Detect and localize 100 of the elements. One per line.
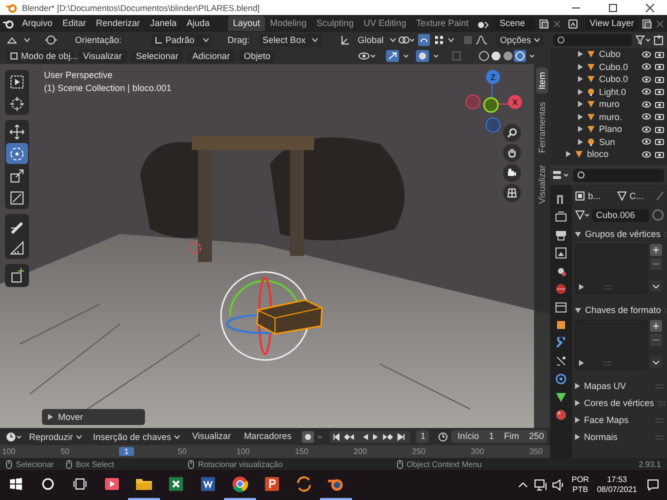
camera-icon[interactable]	[655, 150, 664, 158]
workspace-tab[interactable]: Layout	[228, 16, 266, 31]
outliner-item[interactable]: muro.	[599, 112, 638, 122]
outliner-item[interactable]: Plano	[599, 124, 638, 134]
workspace-tab[interactable]: Texture Paint	[411, 16, 474, 31]
remove-button[interactable]	[650, 334, 662, 346]
breadcrumb-item[interactable]: C...	[630, 191, 644, 201]
sidebar-tab[interactable]: Item	[536, 68, 548, 94]
panel-header[interactable]: Grupos de vértices	[575, 227, 664, 241]
speaker-icon[interactable]	[552, 479, 564, 491]
collapsed-arrow-icon[interactable]	[566, 151, 571, 158]
view-layer-tab-icon[interactable]	[555, 247, 567, 259]
expanded-arrow-icon[interactable]	[575, 232, 581, 236]
start-frame-value[interactable]: 1	[489, 430, 494, 443]
menu-item[interactable]: Marcadores	[238, 430, 296, 443]
drag-grip-icon[interactable]	[658, 400, 666, 406]
menu-item[interactable]: Renderizar	[91, 17, 146, 30]
collapsed-arrow-icon[interactable]	[579, 284, 584, 290]
menu-item[interactable]: Visualizar	[78, 50, 127, 62]
timeline-editor-icon[interactable]	[6, 432, 22, 442]
world-tab-icon[interactable]	[555, 283, 567, 295]
eye-icon[interactable]	[642, 100, 651, 108]
snap-icon[interactable]	[418, 34, 430, 46]
eye-icon[interactable]	[642, 88, 651, 96]
network-icon[interactable]	[534, 479, 548, 491]
new-collection-icon[interactable]	[654, 35, 664, 45]
panel-header[interactable]: Normais	[575, 430, 664, 444]
camera-icon[interactable]	[655, 113, 664, 120]
drag-grip-icon[interactable]	[604, 361, 612, 366]
tool-rotate-button[interactable]	[6, 143, 28, 164]
workspace-tab[interactable]: UV Editing	[358, 16, 412, 31]
current-frame-marker[interactable]: 1	[119, 447, 134, 456]
outliner-item[interactable]: muro	[599, 99, 638, 110]
camera-icon[interactable]	[655, 100, 664, 108]
camera-icon[interactable]	[655, 76, 664, 83]
drag-grip-icon[interactable]	[656, 418, 664, 422]
overlay-toggle-icon[interactable]	[416, 50, 440, 62]
mesh-data-icon[interactable]	[575, 210, 589, 220]
specials-menu-button[interactable]	[650, 356, 662, 368]
physics-tab-icon[interactable]	[555, 373, 567, 385]
collapsed-arrow-icon[interactable]	[575, 400, 580, 406]
eye-icon[interactable]	[642, 113, 651, 120]
eye-icon[interactable]	[642, 138, 651, 146]
clock-icon[interactable]	[438, 432, 448, 442]
menu-item[interactable]: Ajuda	[182, 17, 215, 30]
end-frame-value[interactable]: 250	[529, 430, 544, 443]
menu-item[interactable]: Selecionar	[130, 50, 184, 62]
datablock-name-field[interactable]: Cubo.006	[592, 208, 649, 222]
blender-logo-icon[interactable]	[3, 18, 14, 28]
last-operator-panel[interactable]: Mover	[42, 409, 145, 425]
eye-icon[interactable]	[642, 63, 651, 70]
camera-icon[interactable]	[655, 138, 664, 146]
xray-icon[interactable]	[452, 50, 462, 62]
workspace-tab[interactable]: Sculpting	[312, 16, 359, 31]
collapsed-arrow-icon[interactable]	[579, 360, 584, 366]
breadcrumb-item[interactable]: b...	[588, 191, 601, 201]
camera-icon[interactable]	[655, 126, 664, 133]
camera-icon[interactable]	[655, 50, 664, 58]
object-tab-icon[interactable]	[555, 319, 567, 331]
chevron-up-icon[interactable]	[518, 482, 528, 488]
material-tab-icon[interactable]	[555, 409, 567, 421]
close-icon[interactable]	[645, 2, 655, 12]
notification-icon[interactable]	[647, 479, 659, 491]
scene-field[interactable]: Scene	[495, 17, 535, 30]
eye-icon[interactable]	[642, 50, 651, 58]
options-dropdown[interactable]: Opções	[496, 34, 544, 46]
collapsed-arrow-icon[interactable]	[575, 383, 580, 389]
menu-item[interactable]: Visualizar	[187, 430, 236, 443]
drag-dropdown[interactable]: Select Box	[258, 34, 322, 46]
collapsed-arrow-icon[interactable]	[575, 417, 580, 423]
output-tab-icon[interactable]	[555, 229, 567, 241]
outliner-item[interactable]: Cubo.0	[599, 62, 638, 72]
workspace-tab[interactable]: Modeling	[265, 16, 312, 31]
transform-dropdown[interactable]: Global	[354, 34, 394, 46]
outliner-item[interactable]: Cubo.0	[599, 74, 638, 84]
scene-tab-icon[interactable]	[555, 265, 567, 277]
menu-item[interactable]: Adicionar	[187, 50, 235, 62]
add-button[interactable]	[650, 244, 662, 256]
drag-grip-icon[interactable]	[604, 285, 612, 290]
add-button[interactable]	[650, 320, 662, 332]
view-layer-field[interactable]: View Layer	[586, 17, 638, 30]
proportional-edit-icon[interactable]	[464, 35, 488, 45]
orientation-dropdown[interactable]: Padrão	[150, 34, 213, 46]
playback-controls[interactable]	[330, 430, 410, 442]
camera-icon[interactable]	[655, 88, 664, 96]
menu-item[interactable]: Janela	[145, 17, 182, 30]
outliner-item[interactable]: Sun	[599, 136, 638, 147]
scene-icon[interactable]	[477, 18, 492, 28]
search-field[interactable]	[573, 168, 664, 182]
sidebar-tab[interactable]: Ferramentas	[536, 98, 548, 157]
collection-tab-icon[interactable]	[555, 301, 567, 313]
visibility-icon[interactable]	[358, 51, 376, 61]
eye-icon[interactable]	[642, 150, 651, 158]
search-field[interactable]	[553, 34, 632, 46]
maximize-icon[interactable]	[608, 2, 618, 12]
collapsed-arrow-icon[interactable]	[48, 414, 53, 420]
orientation-icon[interactable]	[44, 34, 58, 46]
new-layer-icon[interactable]	[642, 18, 652, 28]
fake-user-icon[interactable]	[652, 209, 664, 221]
data-tab-icon[interactable]	[555, 391, 567, 403]
